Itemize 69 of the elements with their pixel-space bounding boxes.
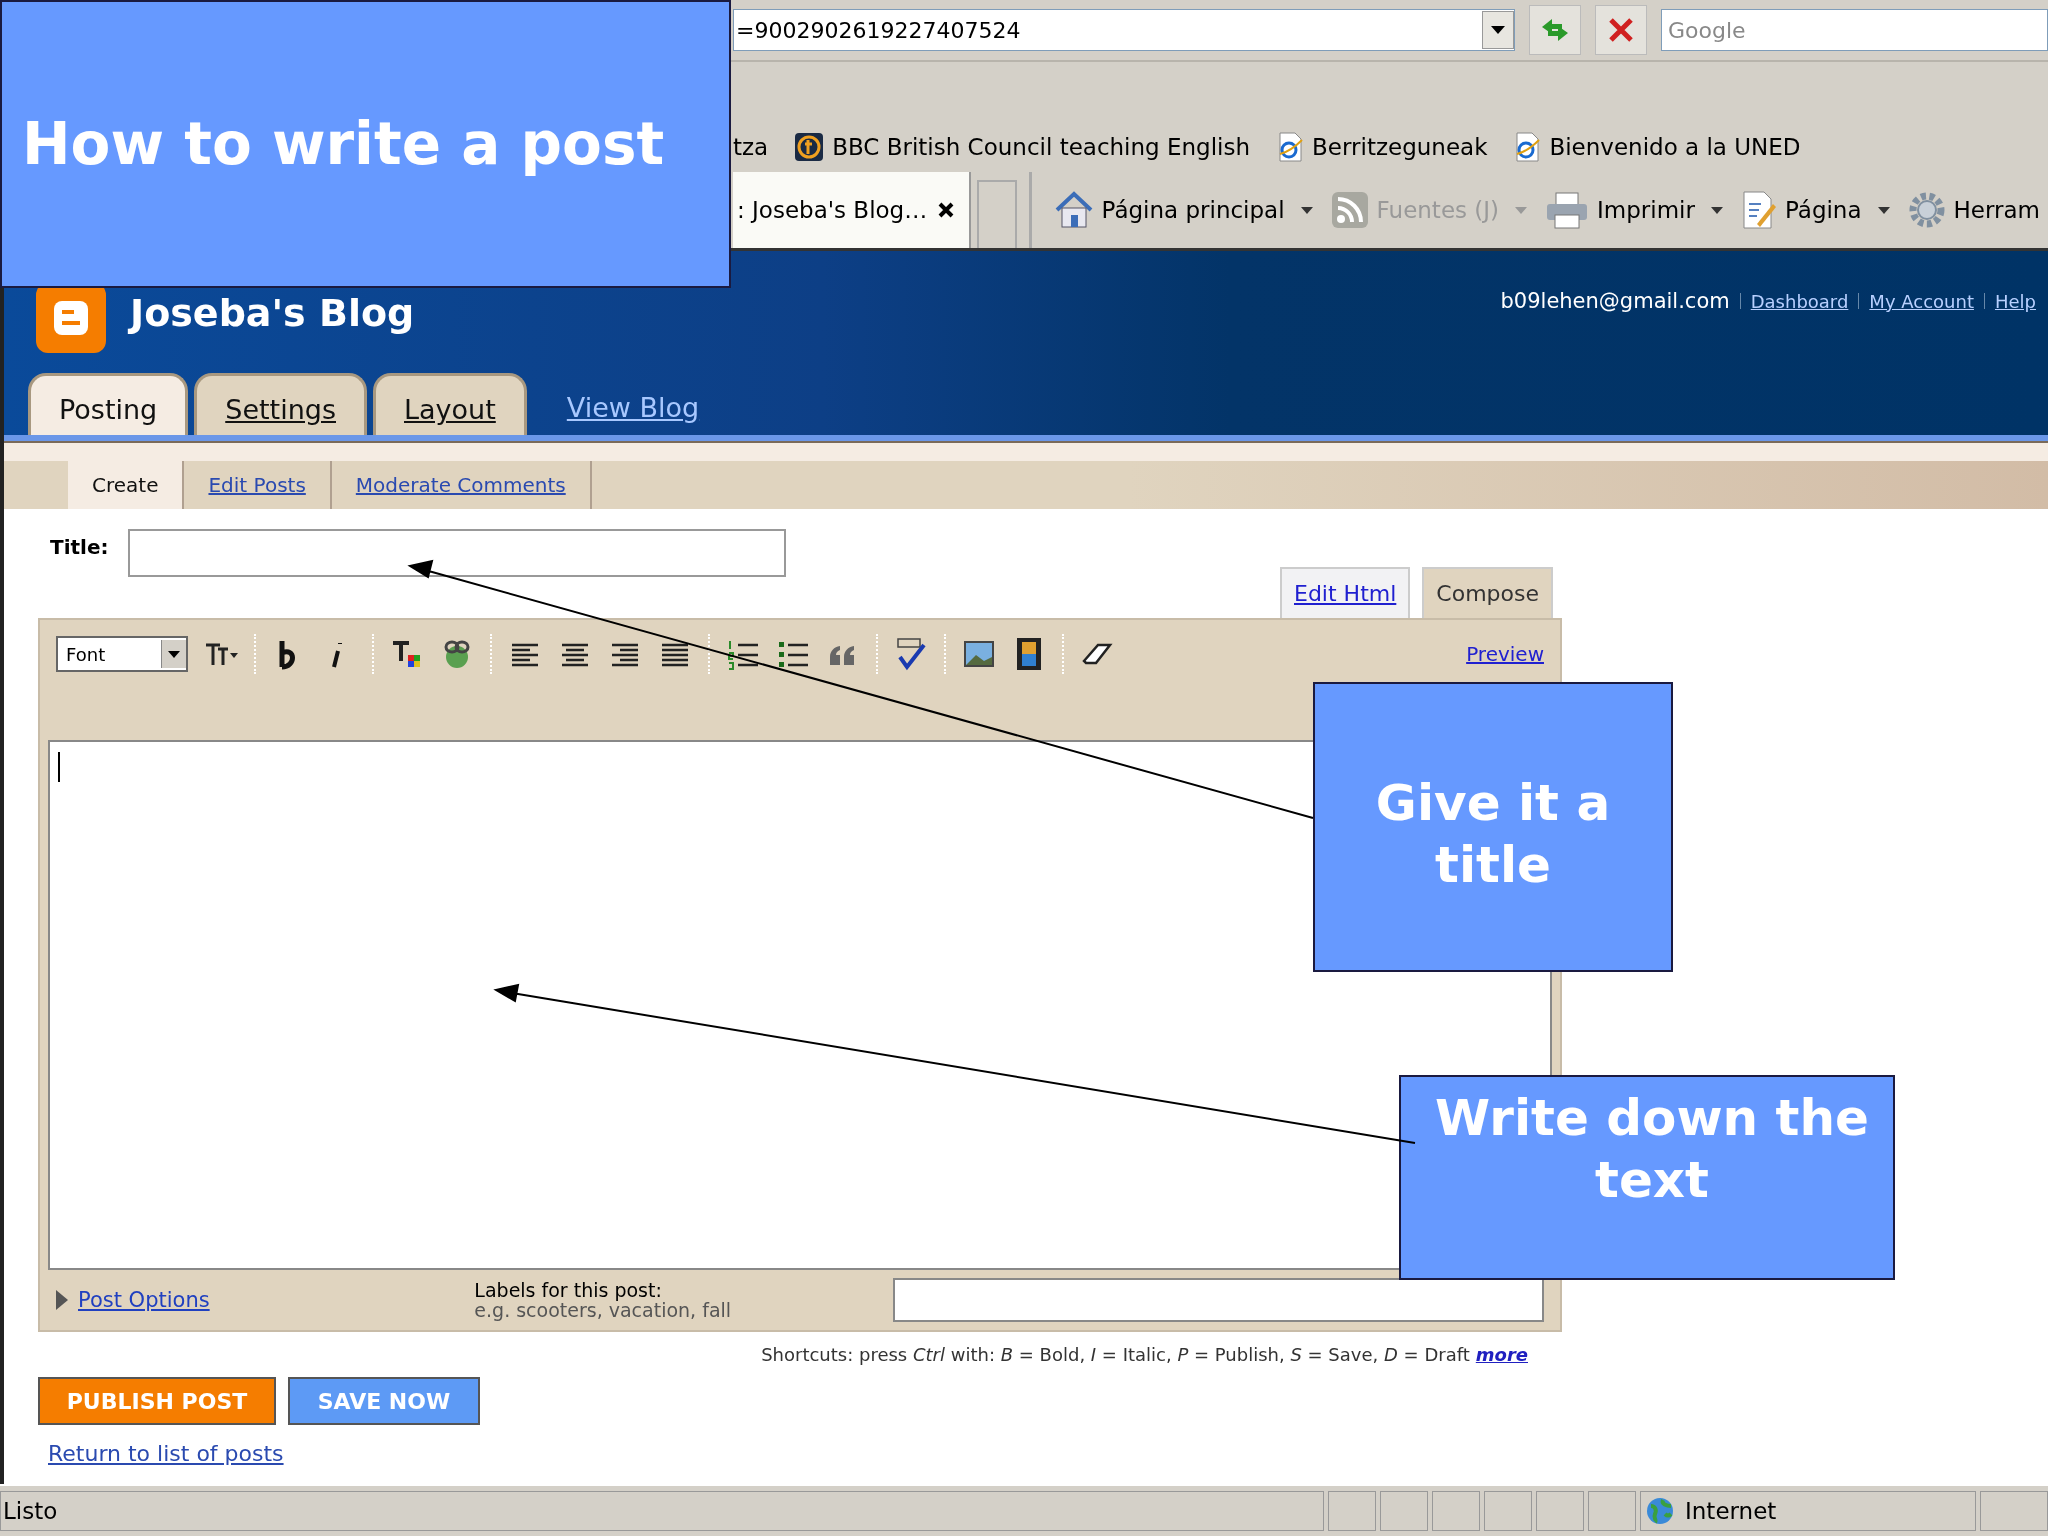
editor-mode-tab[interactable]: Compose [1422,567,1553,618]
shortcuts-hint: Shortcuts: press Ctrl with: B = Bold, I = Italic, P = Publish, S = Save, D = Draft [761,1344,1470,1365]
account-link[interactable]: My Account [1869,290,1974,312]
account-link[interactable]: Dashboard [1750,290,1849,312]
subtab[interactable]: Moderate Comments [331,461,592,509]
post-options-link[interactable]: Post Options [56,1288,455,1312]
address-field[interactable]: =9002902619227407524 [733,9,1515,51]
blog-title: Joseba's Blog [130,291,415,335]
title-field[interactable] [128,529,787,577]
blog-tab[interactable]: Layout [373,373,527,435]
slide-title: How to write a post [22,110,665,178]
globe-icon [1645,1496,1675,1526]
document-pencil-icon [1740,190,1777,230]
favorite-link[interactable]: Bienvenido a la UNED [1513,132,1801,162]
printer-icon [1545,191,1590,229]
status-panel [1980,1491,2048,1531]
return-link[interactable]: Return to list of posts [38,1425,2048,1466]
labels-hint: e.g. scooters, vacation, fall [474,1300,733,1320]
favorite-link[interactable]: tza [733,134,769,160]
labels-field[interactable] [892,1278,1544,1322]
close-icon[interactable] [937,201,956,219]
labels-label: Labels for this post: [474,1280,663,1300]
subtab[interactable]: Edit Posts [184,461,332,509]
stop-button[interactable] [1595,5,1647,55]
command-button[interactable]: Página principal [1053,191,1313,229]
caret-icon[interactable] [1877,206,1890,214]
search-field[interactable]: Google [1661,9,2048,51]
status-panel [1484,1491,1532,1531]
close-icon [1607,16,1635,44]
refresh-button[interactable] [1529,5,1581,55]
caret-icon[interactable] [1710,206,1723,214]
subtab[interactable]: Create [68,461,185,509]
title-label: Title: [50,534,109,559]
site-icon [794,132,825,162]
view-blog-link[interactable]: View Blog [532,392,700,435]
callout-text: Give it a title [1375,774,1611,894]
caret-icon [1491,26,1505,34]
caret-icon[interactable] [1300,206,1313,214]
font-select[interactable]: Font [56,636,188,672]
command-button[interactable]: Imprimir [1545,191,1723,229]
status-panel [1588,1491,1636,1531]
gear-icon [1907,191,1946,229]
house-icon [1053,191,1094,229]
browser-page-icon [1513,132,1542,162]
account-link[interactable]: Help [1994,290,2036,312]
status-panel [1432,1491,1480,1531]
security-zone: Internet [1640,1491,1976,1531]
callout-text: Write down the text [1434,1089,1869,1209]
spellcheck-icon[interactable] [894,637,928,671]
more-link[interactable]: more [1475,1344,1528,1365]
caret-icon [168,650,180,658]
status-text: Listo [0,1491,1324,1531]
dropdown-button[interactable] [1482,11,1514,49]
triangle-icon [56,1290,68,1310]
blog-tab[interactable]: Posting [28,373,189,435]
account-email: b09lehen@gmail.com [1500,289,1730,313]
editor-mode-tab[interactable]: Edit Html [1280,567,1411,618]
preview-link[interactable]: Preview [1466,642,1544,666]
feed-icon [1330,191,1369,229]
command-button[interactable]: Herram [1907,191,2048,229]
blog-tab[interactable]: Settings [194,373,367,435]
command-button[interactable]: Página [1740,190,1890,230]
favorite-link[interactable]: Berritzeguneak [1276,132,1488,162]
favorite-link[interactable]: BBC British Council teaching English [794,132,1251,162]
status-panel [1328,1491,1376,1531]
status-panel [1536,1491,1584,1531]
status-panel [1380,1491,1428,1531]
browser-page-icon [1276,132,1305,162]
browser-tab[interactable]: : Joseba's Blog… [733,172,972,248]
